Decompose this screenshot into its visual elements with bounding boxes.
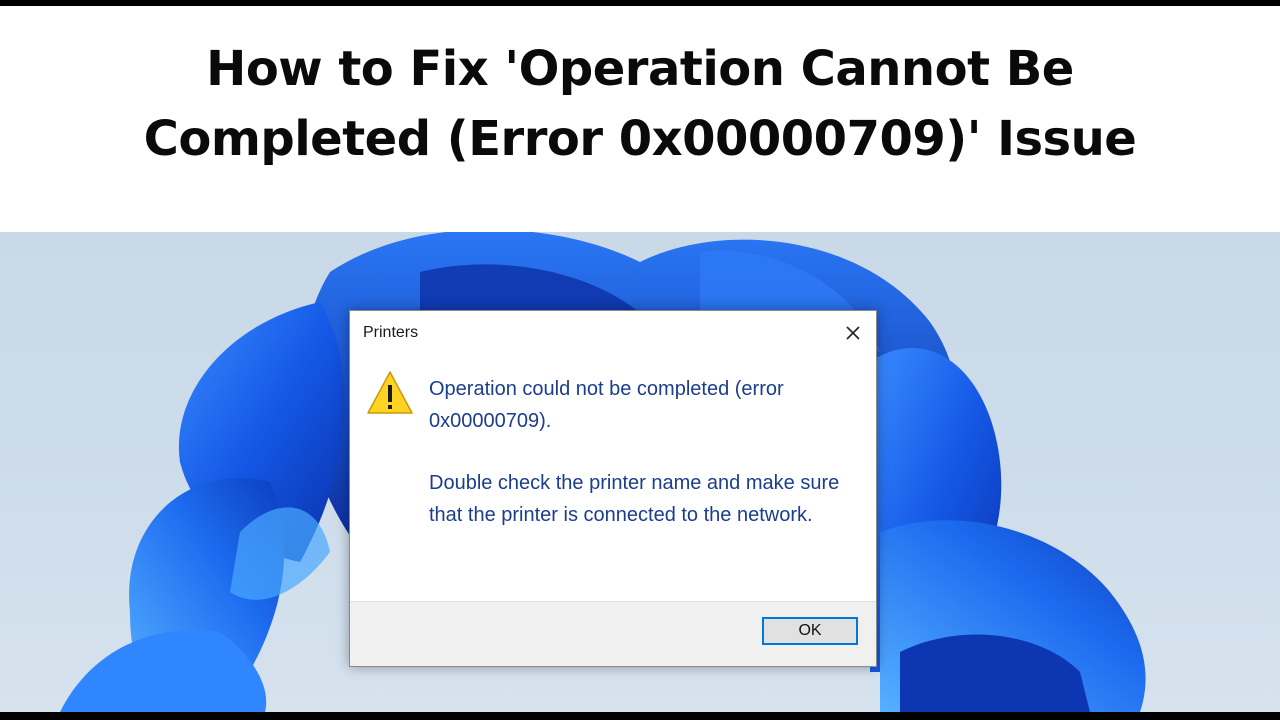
ok-button[interactable]: OK (762, 617, 858, 645)
warning-icon (367, 371, 413, 414)
close-icon (846, 326, 860, 340)
headline: How to Fix 'Operation Cannot Be Complete… (0, 34, 1280, 174)
desktop-background: Printers Operation could not be complete… (0, 232, 1280, 712)
close-button[interactable] (836, 317, 870, 349)
dialog-footer: OK (350, 601, 876, 666)
thumbnail-header: How to Fix 'Operation Cannot Be Complete… (0, 6, 1280, 232)
dialog-titlebar[interactable]: Printers (350, 311, 876, 355)
error-hint: Double check the printer name and make s… (429, 472, 840, 526)
printers-error-dialog: Printers Operation could not be complete… (349, 310, 877, 667)
video-frame: How to Fix 'Operation Cannot Be Complete… (0, 0, 1280, 720)
dialog-title: Printers (363, 324, 419, 341)
error-message: Operation could not be completed (error … (429, 378, 784, 432)
headline-line-1: How to Fix 'Operation Cannot Be (206, 41, 1074, 97)
headline-line-2: Completed (Error 0x00000709)' Issue (143, 111, 1137, 167)
